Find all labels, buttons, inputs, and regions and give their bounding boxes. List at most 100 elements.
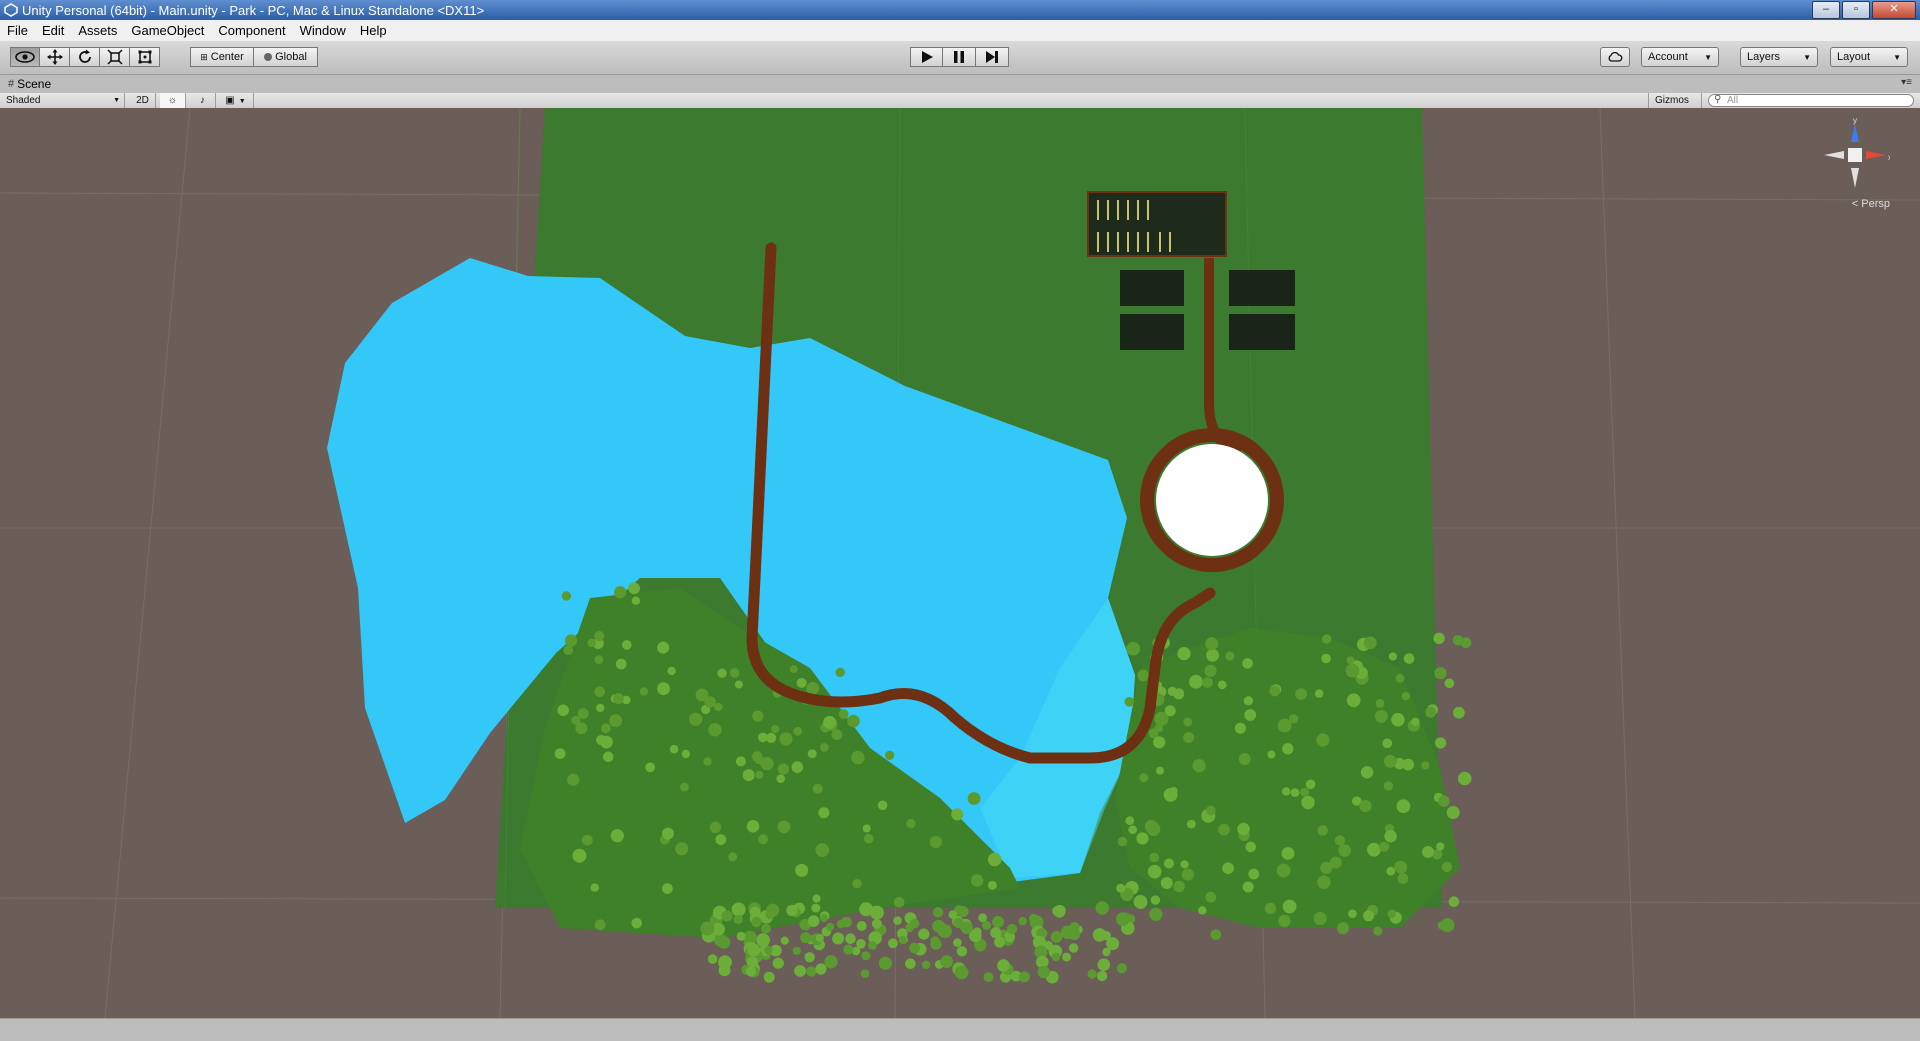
scene-orientation-gizmo[interactable]: y x [1820,116,1892,228]
scene-view[interactable]: y x < Persp [0,108,1920,1018]
tree [1434,667,1447,680]
lighting-toggle[interactable]: ☼ [160,93,186,108]
tree [869,905,884,920]
tree [789,665,798,674]
gizmos-dropdown[interactable]: Gizmos ▼ [1648,93,1702,120]
tree [1391,713,1405,727]
tree [1062,952,1072,962]
tree [987,880,997,890]
menu-help[interactable]: Help [353,20,394,41]
layers-dropdown[interactable]: Layers ▼ [1740,47,1818,67]
tree [561,591,572,601]
account-dropdown-group: Account ▼ [1641,47,1719,67]
tree [1116,963,1127,974]
scene-tab-label: Scene [17,77,52,91]
audio-toggle[interactable]: ♪ [190,93,216,108]
tree [1095,901,1110,915]
hand-tool-icon[interactable] [10,47,40,67]
tree [631,917,642,929]
tree [1289,714,1299,724]
minimize-icon[interactable]: – [1812,1,1840,19]
tree [1397,873,1409,884]
tree [1346,693,1361,708]
menu-component[interactable]: Component [211,20,292,41]
tree [747,943,761,957]
tree [1363,910,1374,922]
pivot-global-button[interactable]: Global [254,47,318,67]
scene-hash-icon: # [8,78,15,90]
tree [1460,637,1472,649]
draw-mode-label: Shaded [6,95,41,106]
tree [717,668,727,678]
scale-tool-icon[interactable] [100,47,130,67]
rotate-tool-icon[interactable] [70,47,100,67]
tree [1374,709,1388,723]
menu-gameobject[interactable]: GameObject [124,20,211,41]
play-icon[interactable] [910,47,943,67]
scene-tab[interactable]: # Scene ▾≡ [0,75,1920,93]
menu-file[interactable]: File [0,20,35,41]
draw-mode-dropdown[interactable]: Shaded ▼ [0,93,125,108]
account-dropdown[interactable]: Account ▼ [1641,47,1719,67]
menu-window[interactable]: Window [293,20,353,41]
tree [760,756,774,771]
tree [1395,673,1405,683]
tree [735,756,746,767]
tree [1244,709,1257,721]
tree [1204,664,1217,678]
projection-toggle[interactable]: < Persp [1852,198,1890,210]
tree [596,703,605,713]
tree [571,715,581,725]
tree [956,946,968,957]
globe-icon [264,53,273,61]
tree [997,959,1010,972]
tree [1322,634,1332,644]
tab-menu-icon[interactable]: ▾≡ [1901,77,1912,88]
axis-x-label: x [1888,153,1890,162]
tree [818,807,830,819]
mode-2d-toggle[interactable]: 2D [130,93,156,108]
pivot-center-button[interactable]: ⊞ Center [190,47,254,67]
tree [594,655,604,664]
move-tool-icon[interactable] [40,47,70,67]
tree [860,969,870,978]
tree [639,687,649,696]
tree [1453,706,1465,719]
pause-icon[interactable] [943,47,976,67]
tree [1167,686,1177,697]
tree [777,763,790,775]
menu-edit[interactable]: Edit [35,20,71,41]
tree [728,852,738,862]
tree [893,897,905,908]
tree [1334,835,1345,846]
tree [861,951,871,961]
tree [1295,688,1307,700]
tree [806,966,817,977]
tree [1183,732,1195,743]
tree [729,668,740,678]
menu-assets[interactable]: Assets [71,20,124,41]
tree [1397,863,1408,873]
hierarchy-search-input[interactable]: ⚲ All [1708,94,1914,107]
tree [1290,788,1300,797]
tree [1305,779,1316,790]
tree [1053,905,1066,918]
rect-tool-icon[interactable] [130,47,160,67]
tree [780,936,789,945]
image-effects-dropdown[interactable]: ▣ ▼ [218,93,254,108]
tree [812,783,823,794]
tree [1388,652,1397,661]
layout-dropdown[interactable]: Layout ▼ [1830,47,1908,67]
close-icon[interactable]: ✕ [1872,1,1916,19]
playback-controls [910,47,1009,67]
tree [1248,868,1260,880]
tree [1192,759,1206,773]
tree [1181,868,1194,881]
axis-z-cone [1851,124,1859,142]
step-icon[interactable] [976,47,1009,67]
tree [779,732,793,746]
cloud-icon[interactable] [1600,47,1630,67]
tree [1411,717,1420,726]
tree [717,936,731,949]
maximize-icon[interactable]: ▫ [1842,1,1870,19]
